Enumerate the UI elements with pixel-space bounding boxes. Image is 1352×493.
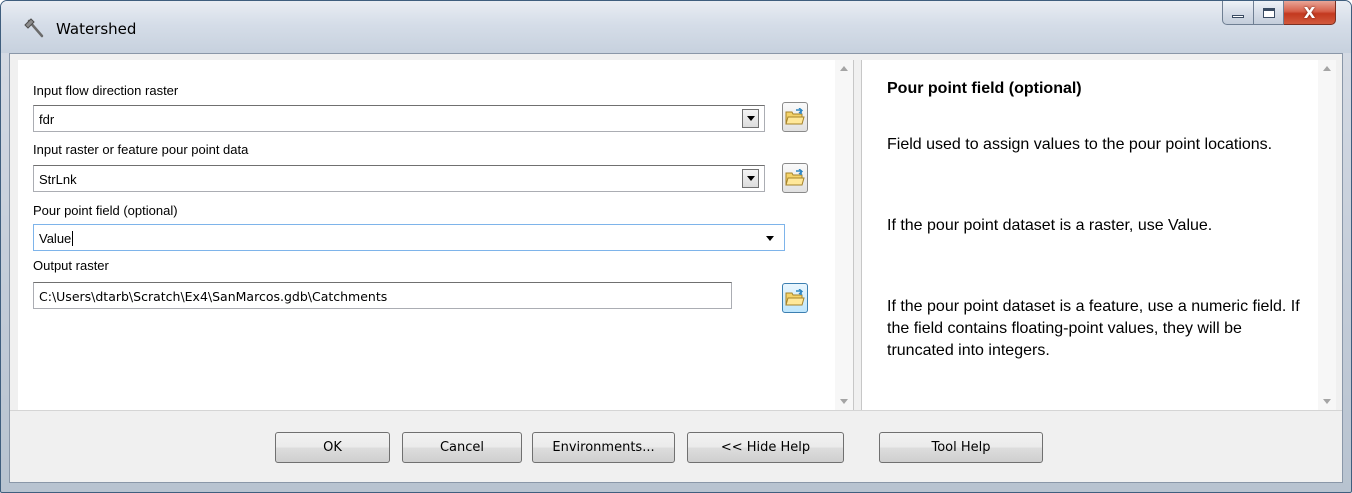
maximize-button[interactable]	[1254, 1, 1284, 25]
scroll-up-icon[interactable]	[840, 66, 848, 71]
help-heading: Pour point field (optional)	[887, 80, 1082, 97]
flow-direction-value: fdr	[39, 112, 55, 127]
help-paragraph: Field used to assign values to the pour …	[887, 136, 1273, 153]
button-divider	[10, 410, 1342, 411]
window-title: Watershed	[56, 20, 137, 38]
maximize-icon	[1262, 7, 1275, 18]
open-folder-icon	[785, 169, 805, 186]
tool-help-button[interactable]: Tool Help	[879, 432, 1043, 463]
pour-point-data-label: Input raster or feature pour point data	[33, 142, 249, 157]
flow-direction-dropdown-button[interactable]	[742, 109, 759, 128]
pour-point-field-dropdown-button[interactable]	[761, 229, 778, 248]
pour-point-data-dropdown-button[interactable]	[742, 169, 759, 188]
scroll-up-icon[interactable]	[1323, 66, 1331, 71]
flow-direction-combo[interactable]: fdr	[33, 105, 765, 132]
close-button[interactable]: X	[1284, 1, 1336, 25]
dialog-body: Input flow direction raster fdr Input ra…	[9, 53, 1343, 483]
help-panel: Pour point field (optional) Field used t…	[861, 60, 1336, 410]
cancel-button[interactable]: Cancel	[402, 432, 522, 463]
help-paragraph: If the pour point dataset is a feature, …	[887, 298, 1300, 359]
hammer-icon	[23, 17, 45, 39]
chevron-down-icon	[746, 116, 755, 121]
output-raster-input[interactable]: C:\Users\dtarb\Scratch\Ex4\SanMarcos.gdb…	[33, 282, 732, 309]
hide-help-button[interactable]: << Hide Help	[687, 432, 844, 463]
pour-point-field-value: Value	[39, 231, 74, 246]
pour-point-data-combo[interactable]: StrLnk	[33, 165, 765, 192]
pour-point-field-label: Pour point field (optional)	[33, 203, 178, 218]
open-folder-icon	[785, 289, 805, 306]
flow-direction-label: Input flow direction raster	[33, 83, 179, 98]
help-paragraph: If the pour point dataset is a raster, u…	[887, 217, 1213, 234]
pour-point-data-value: StrLnk	[39, 172, 77, 187]
close-icon: X	[1303, 3, 1316, 22]
scroll-down-icon[interactable]	[1323, 399, 1331, 404]
scroll-down-icon[interactable]	[840, 399, 848, 404]
minimize-button[interactable]	[1222, 1, 1254, 25]
ok-button[interactable]: OK	[275, 432, 390, 463]
pour-point-data-browse-button[interactable]	[782, 163, 808, 193]
caption-buttons: X	[1222, 1, 1336, 29]
pour-point-field-combo[interactable]: Value	[33, 224, 785, 251]
flow-direction-browse-button[interactable]	[782, 102, 808, 132]
output-raster-label: Output raster	[33, 258, 109, 273]
chevron-down-icon	[746, 176, 755, 181]
title-bar[interactable]: Watershed X	[1, 1, 1351, 53]
open-folder-icon	[785, 108, 805, 125]
parameters-panel: Input flow direction raster fdr Input ra…	[18, 60, 854, 410]
environments-button[interactable]: Environments...	[532, 432, 675, 463]
chevron-down-icon	[765, 236, 774, 241]
minimize-icon	[1232, 15, 1244, 18]
output-raster-browse-button[interactable]	[782, 283, 808, 313]
output-raster-value: C:\Users\dtarb\Scratch\Ex4\SanMarcos.gdb…	[39, 289, 388, 304]
parameters-scrollbar[interactable]	[835, 60, 853, 410]
watershed-dialog: Watershed X Input flow direction raster …	[0, 0, 1352, 493]
help-scrollbar[interactable]	[1318, 60, 1336, 410]
